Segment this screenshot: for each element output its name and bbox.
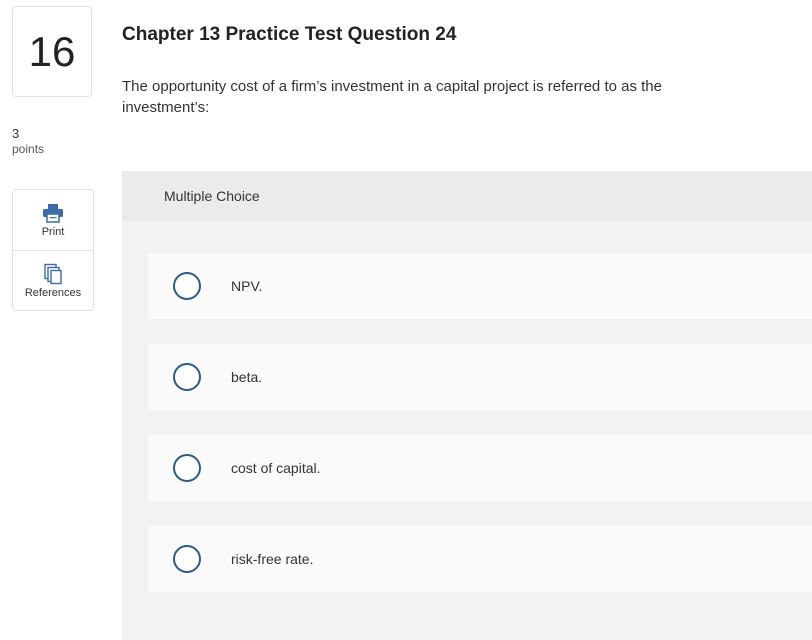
- answer-option-label: cost of capital.: [231, 460, 321, 476]
- answer-option-cost-of-capital[interactable]: cost of capital.: [148, 435, 812, 501]
- answer-option-label: beta.: [231, 369, 263, 385]
- references-icon: [43, 263, 63, 284]
- radio-button[interactable]: [173, 545, 201, 573]
- radio-button[interactable]: [173, 272, 201, 300]
- question-text: The opportunity cost of a firm’s investm…: [122, 78, 662, 116]
- tools-panel: Print References: [12, 189, 94, 311]
- question-type-header: Multiple Choice: [122, 171, 812, 221]
- radio-button[interactable]: [173, 363, 201, 391]
- radio-button[interactable]: [173, 454, 201, 482]
- references-label: References: [24, 286, 82, 299]
- print-button[interactable]: Print: [13, 190, 93, 250]
- points-value: 3: [12, 126, 20, 141]
- question-type-label: Multiple Choice: [164, 188, 260, 204]
- question-page: 16 3 points Print References Chapter 13 …: [0, 0, 812, 640]
- points-label: points: [12, 142, 45, 156]
- answer-panel: Multiple Choice NPV. beta. cost of capit…: [122, 171, 812, 640]
- question-number: 16: [12, 6, 92, 97]
- answer-option-label: NPV.: [231, 278, 263, 294]
- references-button[interactable]: References: [13, 250, 93, 311]
- question-title: Chapter 13 Practice Test Question 24: [122, 24, 457, 45]
- answer-option-risk-free-rate[interactable]: risk-free rate.: [148, 526, 812, 592]
- printer-icon: [42, 203, 64, 223]
- answer-options: NPV. beta. cost of capital. risk-free ra…: [148, 253, 812, 617]
- answer-option-label: risk-free rate.: [231, 551, 314, 567]
- print-label: Print: [41, 225, 65, 238]
- answer-option-beta[interactable]: beta.: [148, 344, 812, 410]
- answer-option-npv[interactable]: NPV.: [148, 253, 812, 319]
- points-info: 3 points: [12, 126, 44, 157]
